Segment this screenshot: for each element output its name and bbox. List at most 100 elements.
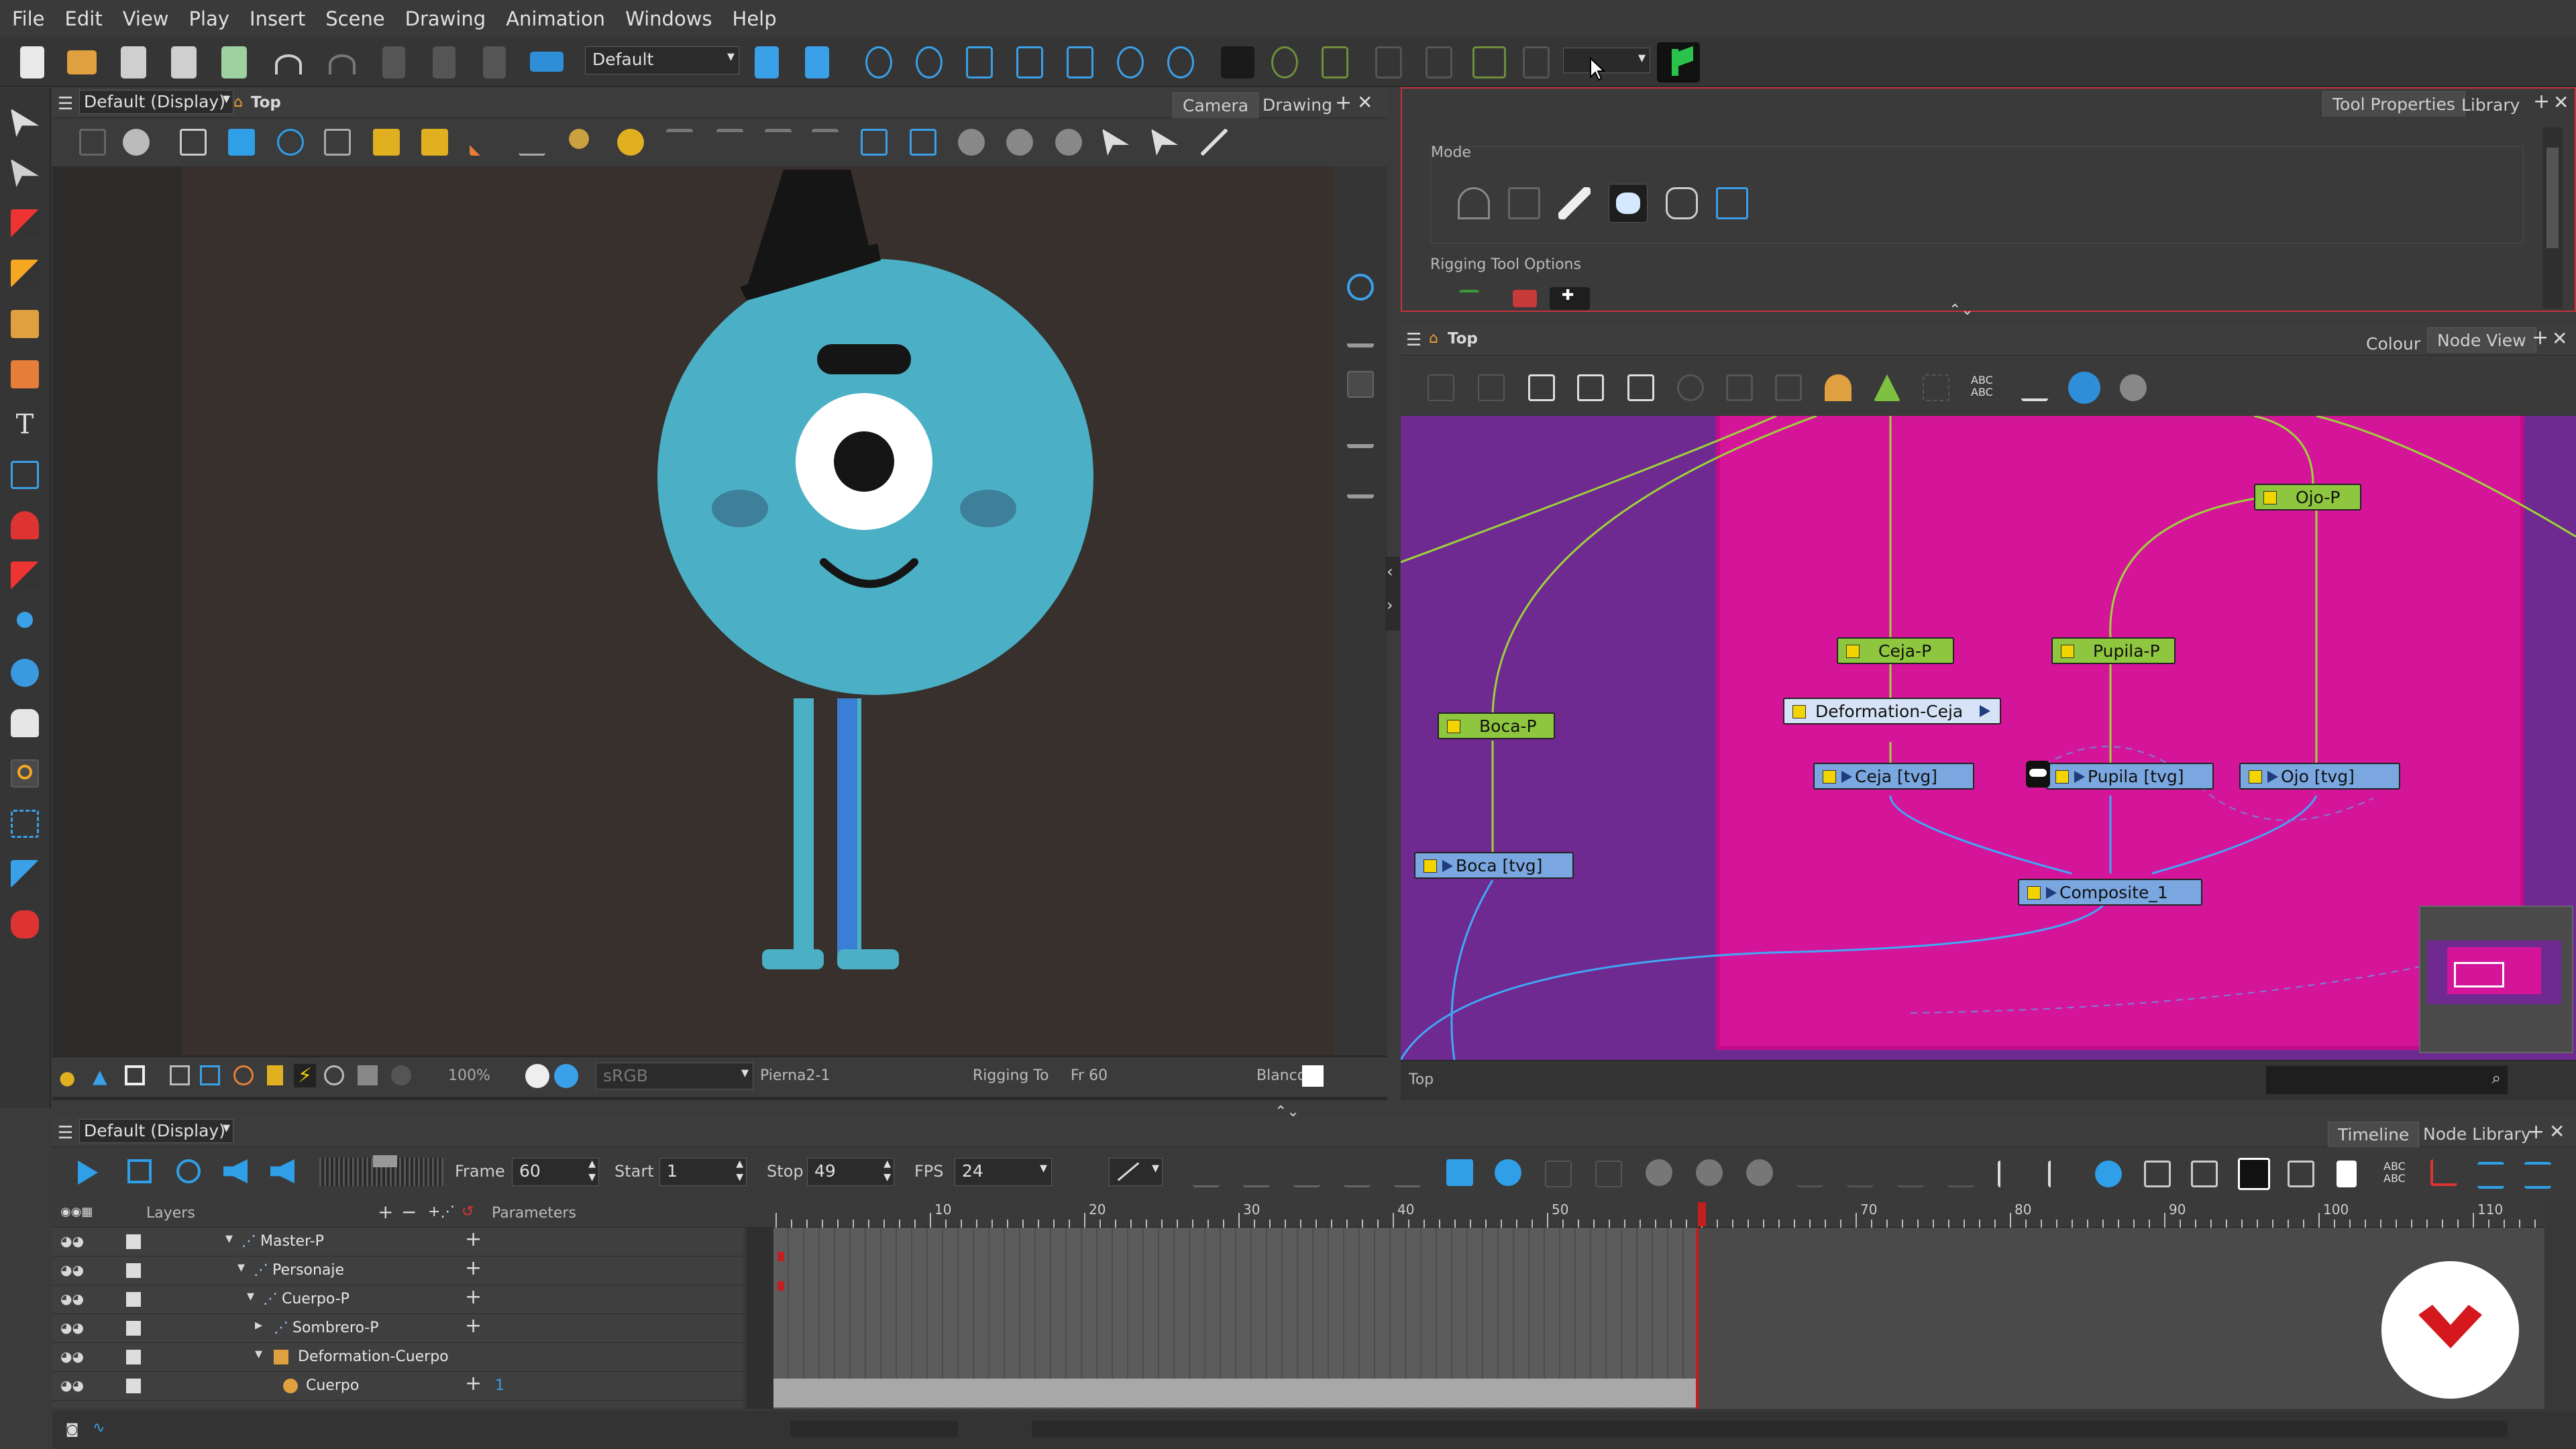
skew-icon[interactable] <box>1016 46 1043 78</box>
tab-camera[interactable]: Camera <box>1173 93 1259 118</box>
zoom-slider[interactable] <box>790 1421 958 1437</box>
flag-icon[interactable] <box>1657 42 1700 83</box>
settings-b-icon[interactable] <box>1006 129 1033 156</box>
render-icon[interactable] <box>530 52 564 72</box>
lock-icon[interactable] <box>373 129 400 156</box>
stamp-tool-icon[interactable] <box>11 310 39 338</box>
pencil-tool-icon[interactable] <box>11 260 39 288</box>
chain-icon[interactable] <box>1426 46 1452 78</box>
layer-row[interactable]: ◕◕ ▸ ⋰ Sombrero-P + <box>52 1314 743 1343</box>
eye-icon[interactable]: ◕◕ <box>60 1262 84 1278</box>
node-ojo-p[interactable]: Ojo-P <box>2254 484 2361 511</box>
free-form-mode-icon[interactable] <box>1716 187 1748 219</box>
timeline-hscrollbar[interactable] <box>1032 1421 2508 1437</box>
gear-a-icon[interactable] <box>1646 1159 1672 1186</box>
lock-small-icon[interactable] <box>267 1065 283 1085</box>
layers-d-icon[interactable] <box>1347 472 1374 498</box>
gear-icon[interactable] <box>123 129 150 156</box>
pose-icon[interactable] <box>569 129 589 149</box>
menu-animation[interactable]: Animation <box>506 7 625 30</box>
split-icon[interactable] <box>2144 1161 2171 1187</box>
node-search-input[interactable]: ⌕ <box>2266 1066 2508 1094</box>
add-view-icon[interactable]: + <box>1335 91 1352 115</box>
close-view-icon[interactable]: ✕ <box>2552 327 2567 350</box>
list-a-icon[interactable] <box>2477 1162 2504 1189</box>
hold-icon[interactable] <box>1947 1161 1974 1187</box>
add-parameter-icon[interactable]: + <box>465 1314 482 1338</box>
wave-icon[interactable]: ∿ <box>93 1419 105 1436</box>
paint-bucket-icon[interactable] <box>11 511 39 539</box>
settings-c-icon[interactable] <box>1055 129 1082 156</box>
layer-color-swatch[interactable] <box>126 1379 141 1393</box>
safe-area-icon[interactable] <box>170 1065 190 1085</box>
panel-menu-icon[interactable]: ☰ <box>58 1123 73 1143</box>
zoom-level[interactable]: 100% <box>448 1067 490 1084</box>
ruler-icon[interactable] <box>470 129 496 156</box>
show-bitmap-t-icon[interactable] <box>2288 1161 2314 1187</box>
tab-library[interactable]: Library <box>2452 93 2529 118</box>
add-peg-icon[interactable]: +⋰ <box>428 1203 455 1220</box>
node-tool-d-icon[interactable] <box>1577 374 1604 401</box>
fps-field[interactable]: 24 ▾ <box>955 1158 1052 1186</box>
layers-b-icon[interactable] <box>1347 371 1374 398</box>
deform-alt-icon[interactable] <box>1375 46 1402 78</box>
motion-a-icon[interactable] <box>1545 1161 1572 1187</box>
chevron-down-icon[interactable]: ▾ <box>255 1346 262 1362</box>
mirror-icon[interactable] <box>861 129 888 156</box>
node-composite[interactable]: Composite_1 <box>2018 879 2202 906</box>
node-tool-a-icon[interactable] <box>1428 374 1454 401</box>
redo-icon[interactable] <box>329 54 356 74</box>
scissors-icon[interactable] <box>2021 374 2048 401</box>
chevron-down-icon[interactable]: ▾ <box>247 1288 254 1305</box>
menu-file[interactable]: File <box>12 7 65 30</box>
grid-toggle-icon[interactable] <box>180 129 207 156</box>
draw-line-icon[interactable] <box>1201 129 1228 156</box>
layer-row[interactable]: ◕◕ ▾ Deformation-Cuerpo <box>52 1343 743 1372</box>
tab-timeline[interactable]: Timeline <box>2328 1122 2420 1147</box>
layer-color-swatch[interactable] <box>126 1234 141 1249</box>
node-tool-b-icon[interactable] <box>1478 374 1505 401</box>
node-tool-c-icon[interactable] <box>1528 374 1555 401</box>
visibility-toggle-icon[interactable]: ◉◉▦ <box>60 1205 93 1219</box>
bone-option-icon[interactable] <box>1459 290 1479 307</box>
node-tool-i-icon[interactable] <box>1923 374 1949 401</box>
key-d-icon[interactable] <box>1344 1161 1371 1187</box>
node-boca-tvg[interactable]: Boca [tvg] <box>1414 852 1574 879</box>
camera-small-icon[interactable]: ◙ <box>66 1421 78 1437</box>
onion-skin-icon[interactable] <box>277 129 304 156</box>
red-marker-icon[interactable] <box>2430 1159 2457 1186</box>
chevron-down-icon[interactable]: ▾ <box>237 1259 245 1276</box>
flip-icon[interactable] <box>666 129 693 156</box>
deformer-select[interactable]: ▾ <box>1563 48 1650 73</box>
menu-scene[interactable]: Scene <box>325 7 405 30</box>
rigging-mode-a-icon[interactable] <box>1458 187 1490 219</box>
rename-t-icon[interactable]: ABC ABC <box>2383 1161 2410 1187</box>
copy-icon[interactable] <box>433 46 455 78</box>
eraser-tool-icon[interactable] <box>11 360 39 388</box>
lightning-icon[interactable]: ⚡ <box>294 1064 317 1087</box>
key-b-icon[interactable] <box>1243 1161 1270 1187</box>
add-view-icon[interactable]: + <box>2532 326 2548 350</box>
pointer-icon[interactable] <box>1102 129 1129 156</box>
node-navigator[interactable] <box>2419 906 2573 1053</box>
node-ceja-p[interactable]: Ceja-P <box>1837 637 1954 664</box>
tab-tool-properties[interactable]: Tool Properties <box>2322 91 2465 117</box>
close-view-icon[interactable]: ✕ <box>2549 1120 2565 1142</box>
layer-color-swatch[interactable] <box>126 1292 141 1307</box>
node-tool-g-icon[interactable] <box>1726 374 1753 401</box>
onion-icon[interactable]: ▲ <box>93 1065 107 1087</box>
eye-icon[interactable]: ◕◕ <box>60 1320 84 1336</box>
gear-c-icon[interactable] <box>1746 1159 1773 1186</box>
show-key-icon[interactable] <box>2238 1158 2270 1190</box>
layers-scrollbar[interactable] <box>747 1228 773 1409</box>
mirror-v-icon[interactable] <box>910 129 936 156</box>
key-e-icon[interactable] <box>1394 1161 1421 1187</box>
eye-icon[interactable]: ◕◕ <box>60 1291 84 1307</box>
flatten-icon[interactable] <box>765 129 792 156</box>
open-folder-icon[interactable] <box>67 50 97 74</box>
light-table-icon[interactable] <box>324 129 351 156</box>
key-c-icon[interactable] <box>1293 1161 1320 1187</box>
deform-add-icon[interactable] <box>1472 46 1506 78</box>
camera-icon[interactable] <box>358 1065 378 1085</box>
flip-v-icon[interactable] <box>716 129 743 156</box>
